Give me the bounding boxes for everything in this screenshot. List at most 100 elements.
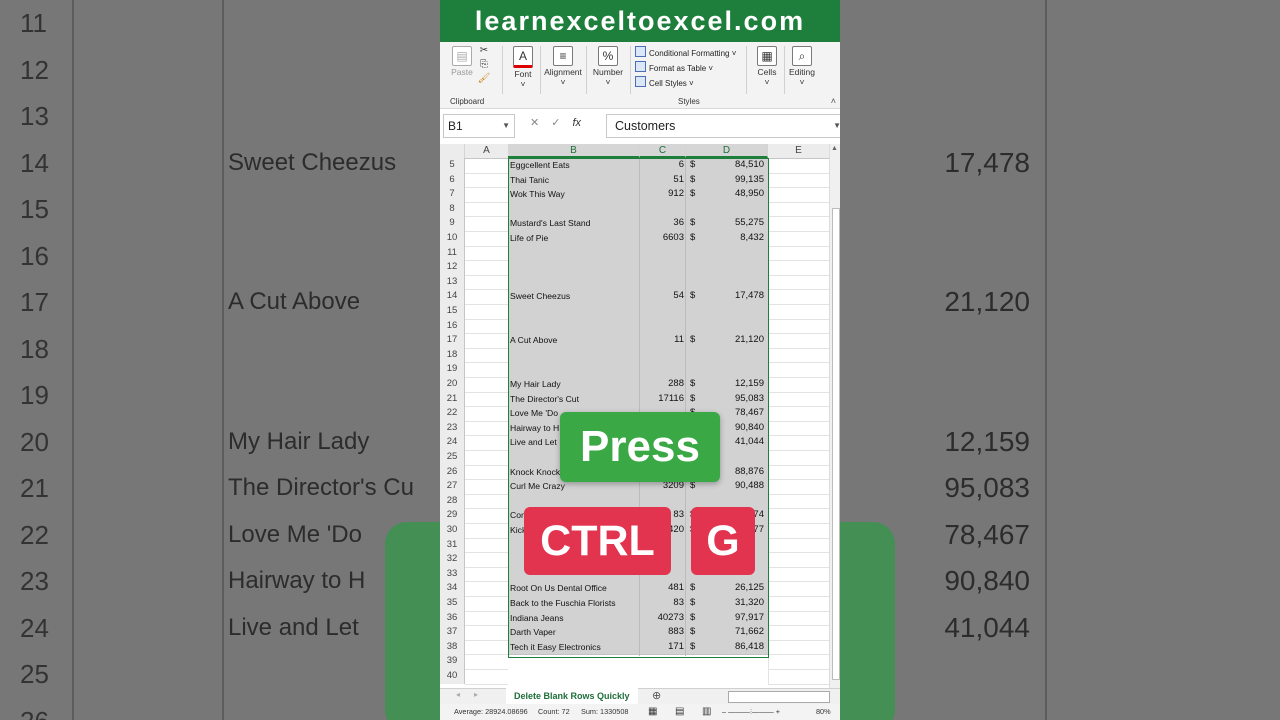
row-header[interactable]: 25	[440, 450, 465, 465]
cell-a[interactable]	[465, 158, 508, 174]
cell-e[interactable]	[768, 187, 829, 203]
cell-a[interactable]	[465, 275, 508, 291]
cell-e[interactable]	[768, 596, 829, 612]
col-header-c[interactable]: C	[640, 144, 686, 158]
cell-b-customer[interactable]: Thai Tanic	[510, 173, 638, 188]
chevron-down-icon[interactable]: ▼	[502, 115, 510, 137]
row-header[interactable]: 7	[440, 187, 465, 202]
row-header[interactable]: 33	[440, 566, 465, 582]
cell-b-customer[interactable]: Tech it Easy Electronics	[510, 640, 638, 655]
normal-view-icon[interactable]: ▦	[648, 704, 657, 720]
page-break-icon[interactable]: ▥	[702, 704, 711, 720]
page-layout-icon[interactable]: ▤	[675, 704, 684, 720]
collapse-ribbon-icon[interactable]: ˄	[831, 96, 836, 106]
cell-a[interactable]	[465, 392, 508, 408]
cell-e[interactable]	[768, 158, 829, 174]
cell-a[interactable]	[465, 494, 508, 510]
conditional-formatting-button[interactable]: Conditional Formatting ˅	[635, 46, 736, 61]
cell-e[interactable]	[768, 406, 829, 422]
cell-e[interactable]	[768, 654, 829, 670]
cell-a[interactable]	[465, 596, 508, 612]
cell-a[interactable]	[465, 216, 508, 232]
cell-e[interactable]	[768, 581, 829, 597]
row-header[interactable]: 8	[440, 201, 465, 217]
row-header[interactable]: 32	[440, 552, 465, 567]
cell-e[interactable]	[768, 508, 829, 524]
cell-e[interactable]	[768, 450, 829, 466]
cell-a[interactable]	[465, 260, 508, 276]
cells-button[interactable]: ▦ Cells ˅	[752, 44, 782, 87]
cell-e[interactable]	[768, 610, 829, 627]
cell-a[interactable]	[465, 348, 508, 364]
row-header[interactable]: 37	[440, 625, 465, 640]
cell-e[interactable]	[768, 201, 829, 218]
alignment-button[interactable]: ≡ Alignment ˅	[542, 44, 584, 87]
cell-e[interactable]	[768, 625, 829, 641]
cell-a[interactable]	[465, 289, 508, 305]
cell-b-customer[interactable]: Life of Pie	[510, 231, 638, 246]
cell-b-customer[interactable]: The Director's Cut	[510, 392, 638, 407]
row-header[interactable]: 11	[440, 245, 465, 261]
row-header[interactable]: 30	[440, 523, 465, 538]
cell-b-customer[interactable]: Eggcellent Eats	[510, 158, 638, 173]
cell-a[interactable]	[465, 319, 508, 335]
selected-cells[interactable]	[508, 260, 768, 276]
cell-a[interactable]	[465, 640, 508, 656]
cell-b-customer[interactable]: Wok This Way	[510, 187, 638, 202]
cell-e[interactable]	[768, 669, 829, 685]
cell-a[interactable]	[465, 377, 508, 393]
cell-c-value[interactable]: 481	[640, 581, 684, 596]
row-header[interactable]: 5	[440, 158, 465, 173]
cell-c-value[interactable]: 6	[640, 158, 684, 173]
row-header[interactable]: 15	[440, 304, 465, 319]
row-header[interactable]: 39	[440, 654, 465, 669]
cell-a[interactable]	[465, 173, 508, 189]
cell-b-customer[interactable]: Mustard's Last Stand	[510, 216, 638, 231]
row-header[interactable]: 26	[440, 464, 465, 480]
row-header[interactable]: 14	[440, 289, 465, 304]
cell-b-customer[interactable]: My Hair Lady	[510, 377, 638, 392]
copy-icon[interactable]: ⎘	[474, 58, 494, 72]
cell-b-customer[interactable]: Darth Vaper	[510, 625, 638, 640]
row-header[interactable]: 18	[440, 347, 465, 363]
row-header[interactable]: 29	[440, 508, 465, 523]
cancel-icon[interactable]: ✕	[530, 117, 551, 129]
row-header[interactable]: 36	[440, 610, 465, 626]
cell-a[interactable]	[465, 508, 508, 524]
cell-styles-button[interactable]: Cell Styles ˅	[635, 76, 736, 91]
cell-e[interactable]	[768, 289, 829, 305]
cell-e[interactable]	[768, 464, 829, 481]
formula-input[interactable]: Customers ▼	[606, 114, 840, 138]
cell-c-value[interactable]: 54	[640, 289, 684, 304]
cell-a[interactable]	[465, 202, 508, 218]
row-header[interactable]: 9	[440, 216, 465, 231]
number-button[interactable]: % Number ˅	[590, 44, 626, 87]
expand-formula-icon[interactable]: ▼	[833, 115, 840, 137]
col-header-b[interactable]: B	[508, 144, 640, 158]
cell-b-customer[interactable]: A Cut Above	[510, 333, 638, 348]
cell-e[interactable]	[768, 523, 829, 539]
cell-a[interactable]	[465, 538, 508, 554]
cell-e[interactable]	[768, 552, 829, 568]
cell-e[interactable]	[768, 245, 829, 262]
cell-e[interactable]	[768, 391, 829, 408]
cell-e[interactable]	[768, 479, 829, 495]
font-button[interactable]: A Font ˅	[506, 44, 540, 89]
row-header[interactable]: 28	[440, 493, 465, 509]
editing-button[interactable]: ⌕ Editing ˅	[786, 44, 818, 87]
cell-c-value[interactable]: 171	[640, 640, 684, 655]
zoom-slider[interactable]: – ———⫶——— +	[722, 704, 780, 720]
cell-e[interactable]	[768, 172, 829, 189]
row-header[interactable]: 19	[440, 362, 465, 377]
row-header[interactable]: 24	[440, 435, 465, 450]
cell-c-value[interactable]: 51	[640, 173, 684, 188]
cell-c-value[interactable]: 883	[640, 625, 684, 640]
scroll-up-icon[interactable]: ▲	[831, 145, 838, 152]
cell-e[interactable]	[768, 216, 829, 232]
scroll-thumb[interactable]	[832, 208, 840, 680]
cell-e[interactable]	[768, 566, 829, 583]
selected-cells[interactable]	[508, 318, 768, 335]
cell-e[interactable]	[768, 260, 829, 276]
col-header-a[interactable]: A	[465, 144, 509, 158]
cell-e[interactable]	[768, 435, 829, 451]
